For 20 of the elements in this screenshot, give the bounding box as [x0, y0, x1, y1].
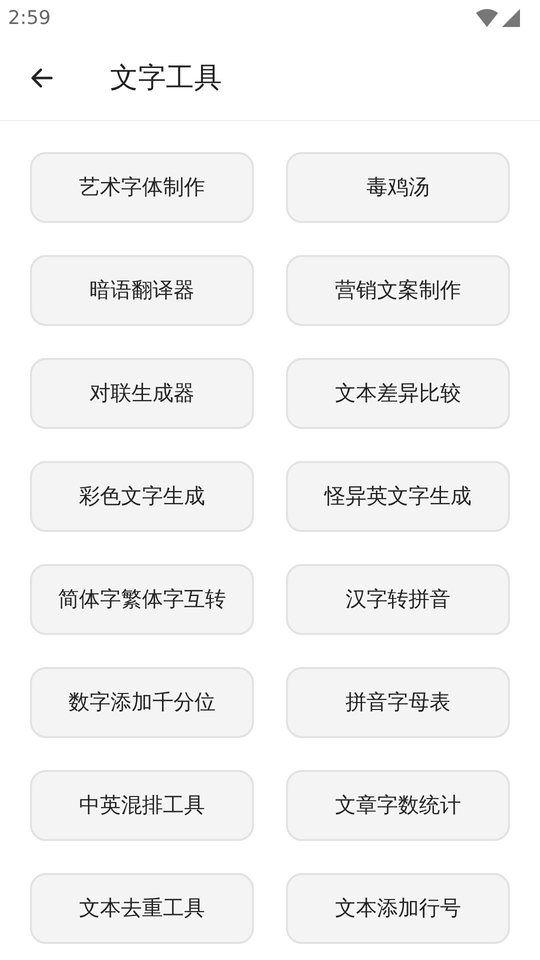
tool-button[interactable]: 怪异英文字生成: [286, 461, 510, 532]
signal-icon: [502, 9, 520, 27]
tool-button[interactable]: 简体字繁体字互转: [30, 564, 254, 635]
tool-button[interactable]: 数字添加千分位: [30, 667, 254, 738]
tool-button[interactable]: 文本差异比较: [286, 358, 510, 429]
tool-button[interactable]: 彩色文字生成: [30, 461, 254, 532]
tool-button[interactable]: 文章字数统计: [286, 770, 510, 841]
tool-button[interactable]: 文本添加行号: [286, 873, 510, 944]
page-title: 文字工具: [110, 60, 222, 96]
tool-button[interactable]: 暗语翻译器: [30, 255, 254, 326]
tool-button[interactable]: 对联生成器: [30, 358, 254, 429]
tool-button[interactable]: 营销文案制作: [286, 255, 510, 326]
tool-button[interactable]: 汉字转拼音: [286, 564, 510, 635]
status-time: 2:59: [8, 6, 51, 31]
wifi-icon: [476, 9, 498, 27]
tool-button[interactable]: 拼音字母表: [286, 667, 510, 738]
tool-button[interactable]: 文本去重工具: [30, 873, 254, 944]
tool-button[interactable]: 中英混排工具: [30, 770, 254, 841]
tool-button[interactable]: 毒鸡汤: [286, 152, 510, 223]
tool-button[interactable]: 艺术字体制作: [30, 152, 254, 223]
